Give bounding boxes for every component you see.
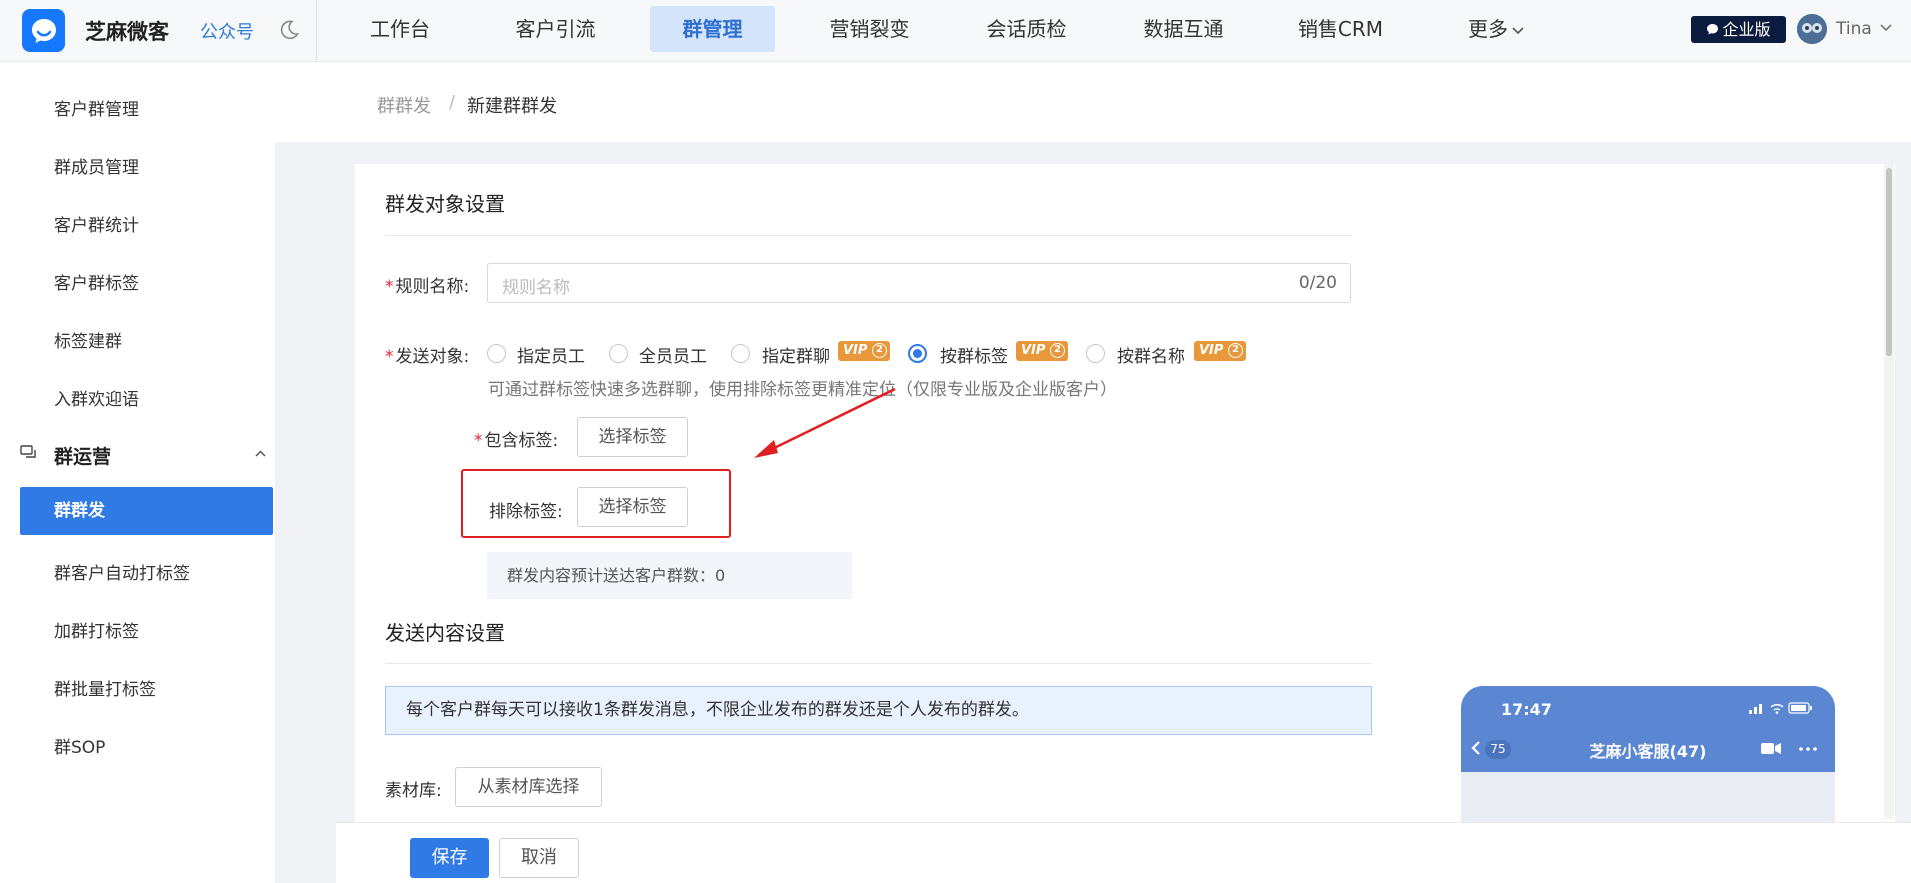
radio-specified-staff[interactable] <box>487 344 506 363</box>
rule-name-label: * 规则名称: <box>385 277 470 297</box>
vip-text: VIP <box>1021 343 1046 358</box>
breadcrumb-parent[interactable]: 群群发 <box>377 92 431 118</box>
gongzhonghao-link[interactable]: 公众号 <box>200 18 254 44</box>
rule-name-placeholder: 规则名称 <box>502 278 570 298</box>
include-tag-label: * 包含标签: <box>474 431 559 451</box>
sidebar-group-operations[interactable]: 群运营 <box>20 442 270 468</box>
nav-group-management[interactable]: 群管理 <box>650 6 775 52</box>
radio-label-specified-group[interactable]: 指定群聊 <box>762 342 830 367</box>
broadcast-limit-notice: 每个客户群每天可以接收1条群发消息，不限企业发布的群发还是个人发布的群发。 <box>385 686 1372 735</box>
user-name[interactable]: Tina <box>1836 19 1872 39</box>
annotation-highlight-box <box>461 469 731 538</box>
radio-by-group-tag[interactable] <box>908 344 927 363</box>
nav-customer-acquisition[interactable]: 客户引流 <box>503 6 608 52</box>
phone-status-icons <box>1749 702 1812 714</box>
breadcrumb-separator: / <box>449 92 456 113</box>
vip-level: 2 <box>1228 343 1243 358</box>
sidebar-item-welcome-message[interactable]: 入群欢迎语 <box>54 385 139 410</box>
radio-by-group-name[interactable] <box>1086 344 1105 363</box>
vip-badge: VIP 2 <box>1016 341 1068 361</box>
sidebar-group-title: 群运营 <box>54 446 112 468</box>
user-avatar[interactable] <box>1797 14 1827 44</box>
nav-workbench[interactable]: 工作台 <box>348 6 452 52</box>
radio-all-staff[interactable] <box>609 344 628 363</box>
rule-name-input[interactable]: 规则名称 0/20 <box>487 263 1351 303</box>
chevron-down-icon <box>1512 26 1524 34</box>
sidebar-item-tag-create-group[interactable]: 标签建群 <box>54 327 122 352</box>
send-target-label: * 发送对象: <box>385 347 470 367</box>
vip-text: VIP <box>1199 343 1224 358</box>
enterprise-badge[interactable]: 企业版 <box>1691 16 1786 43</box>
radio-label-by-group-name[interactable]: 按群名称 <box>1117 342 1185 367</box>
sidebar-item-customer-group-tags[interactable]: 客户群标签 <box>54 269 139 294</box>
nav-data-sync[interactable]: 数据互通 <box>1131 6 1236 52</box>
user-chevron-down-icon[interactable] <box>1880 24 1892 32</box>
section-title-content: 发送内容设置 <box>385 621 505 645</box>
sidebar <box>0 62 275 883</box>
moon-icon[interactable] <box>278 19 300 41</box>
sidebar-item-customer-group-management[interactable]: 客户群管理 <box>54 95 139 120</box>
send-target-label-text: 发送对象: <box>395 347 470 367</box>
logo-icon[interactable] <box>22 9 65 52</box>
phone-header: 17:47 75 芝麻小客服(47) <box>1461 686 1835 772</box>
top-header: 芝麻微客 公众号 工作台 客户引流 群管理 营销裂变 会话质检 数据互通 销售C… <box>0 0 1911 62</box>
sidebar-item-group-broadcast[interactable]: 群群发 <box>20 487 273 535</box>
include-tag-select-button[interactable]: 选择标签 <box>577 417 688 457</box>
estimate-reach-box: 群发内容预计送达客户群数：0 <box>487 552 852 599</box>
vip-badge: VIP 2 <box>1194 341 1246 361</box>
section-title-target: 群发对象设置 <box>385 192 505 216</box>
material-select-button[interactable]: 从素材库选择 <box>455 767 602 807</box>
chat-bubble-icon <box>1707 24 1719 35</box>
chevron-up-icon <box>255 450 266 457</box>
phone-time: 17:47 <box>1501 700 1552 719</box>
include-tag-label-text: 包含标签: <box>484 431 559 451</box>
vip-level: 2 <box>1050 343 1065 358</box>
annotation-arrow-icon <box>754 387 896 458</box>
material-library-label: 素材库: <box>385 781 442 801</box>
save-button[interactable]: 保存 <box>410 838 489 878</box>
cancel-button[interactable]: 取消 <box>499 838 579 878</box>
rule-name-counter: 0/20 <box>1298 273 1337 293</box>
brand-name: 芝麻微客 <box>85 20 169 44</box>
radio-label-all-staff[interactable]: 全员员工 <box>639 342 707 367</box>
rule-name-label-text: 规则名称: <box>395 277 470 297</box>
sidebar-item-customer-group-stats[interactable]: 客户群统计 <box>54 211 139 236</box>
sidebar-item-batch-tag[interactable]: 群批量打标签 <box>54 675 156 700</box>
sidebar-item-group-sop[interactable]: 群SOP <box>54 733 105 758</box>
vip-level: 2 <box>872 343 887 358</box>
radio-specified-group[interactable] <box>731 344 750 363</box>
sidebar-item-auto-tagging[interactable]: 群客户自动打标签 <box>54 559 190 584</box>
enterprise-badge-label: 企业版 <box>1722 20 1771 39</box>
header-divider <box>316 0 317 62</box>
radio-label-specified-staff[interactable]: 指定员工 <box>517 342 585 367</box>
sidebar-item-join-group-tag[interactable]: 加群打标签 <box>54 617 139 642</box>
nav-marketing-fission[interactable]: 营销裂变 <box>817 6 922 52</box>
vip-badge: VIP 2 <box>838 341 890 361</box>
phone-call-more-icons <box>1761 743 1817 754</box>
radio-label-by-group-tag[interactable]: 按群标签 <box>940 342 1008 367</box>
sidebar-item-group-member-management[interactable]: 群成员管理 <box>54 153 139 178</box>
scrollbar-thumb[interactable] <box>1886 168 1892 356</box>
breadcrumb-current: 新建群群发 <box>467 96 557 117</box>
section-divider <box>385 235 1352 236</box>
vip-text: VIP <box>843 343 868 358</box>
nav-sales-crm[interactable]: 销售CRM <box>1287 6 1394 52</box>
section-divider <box>385 663 1372 664</box>
nav-more[interactable]: 更多 <box>1456 6 1536 52</box>
nav-session-qc[interactable]: 会话质检 <box>974 6 1079 52</box>
nav-more-label: 更多 <box>1468 17 1508 41</box>
chat-group-icon <box>20 445 36 458</box>
